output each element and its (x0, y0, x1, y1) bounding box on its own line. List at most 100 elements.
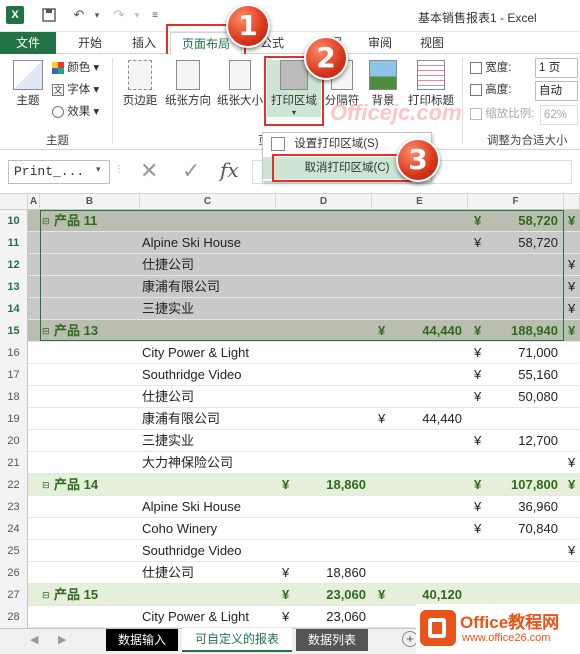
row-header[interactable]: 27 (0, 584, 28, 606)
table-row[interactable]: 18 仕捷公司 ¥50,080 (0, 386, 580, 408)
row-header[interactable]: 24 (0, 518, 28, 540)
collapse-toggle-icon[interactable]: ⊟ (42, 210, 50, 232)
row-header[interactable]: 23 (0, 496, 28, 518)
cell-b[interactable] (54, 606, 140, 628)
cancel-icon[interactable]: ✕ (140, 158, 158, 184)
cell-b[interactable] (54, 298, 140, 320)
name-box[interactable]: Print_... (8, 160, 110, 184)
redo-icon[interactable]: ↷ (110, 6, 128, 24)
row-header[interactable]: 14 (0, 298, 28, 320)
cell-b[interactable] (54, 452, 140, 474)
cell-e[interactable] (388, 276, 462, 298)
sheet-tab-data-list[interactable]: 数据列表 (296, 629, 368, 651)
select-all-corner[interactable] (0, 194, 28, 210)
tab-file[interactable]: 文件 (0, 32, 56, 54)
cell-e[interactable] (388, 232, 462, 254)
cell-c[interactable]: 三捷实业 (142, 430, 276, 452)
column-header-d[interactable]: D (276, 194, 372, 210)
cell-f[interactable]: 188,940 (484, 320, 558, 342)
row-header[interactable]: 10 (0, 210, 28, 232)
height-select[interactable]: 自动 (535, 81, 578, 101)
cell-d[interactable] (292, 276, 366, 298)
cell-e[interactable] (388, 210, 462, 232)
effects-button[interactable]: 效果 ▾ (52, 102, 99, 122)
cell-f[interactable] (484, 562, 558, 584)
cell-b[interactable] (54, 496, 140, 518)
column-header-e[interactable]: E (372, 194, 468, 210)
sheet-prev-icon[interactable]: ◀ (30, 633, 38, 646)
cell-c[interactable]: 三捷实业 (142, 298, 276, 320)
cell-f[interactable] (484, 540, 558, 562)
table-row[interactable]: 21 大力神保险公司 ¥ (0, 452, 580, 474)
cell-e[interactable] (388, 342, 462, 364)
scale-spinner[interactable]: 62% (540, 105, 578, 125)
redo-dropdown-icon[interactable]: ▾ (128, 6, 146, 24)
cell-g[interactable]: ¥ (568, 210, 575, 232)
cell-c[interactable] (142, 584, 276, 606)
cell-d[interactable] (292, 210, 366, 232)
cell-f[interactable]: 50,080 (484, 386, 558, 408)
table-row[interactable]: 20 三捷实业 ¥12,700 (0, 430, 580, 452)
cell-d[interactable] (292, 320, 366, 342)
column-header-a[interactable]: A (28, 194, 40, 210)
cell-d[interactable]: 23,060 (292, 584, 366, 606)
margins-button[interactable]: 页边距 (118, 60, 162, 108)
cell-e[interactable] (388, 386, 462, 408)
tab-insert[interactable]: 插入 (124, 32, 164, 54)
cell-c[interactable]: City Power & Light (142, 342, 276, 364)
cell-c[interactable]: 康浦有限公司 (142, 276, 276, 298)
table-row[interactable]: 16 City Power & Light ¥71,000 (0, 342, 580, 364)
table-row[interactable]: 27 ⊟ 产品 15 ¥23,060 ¥40,120 (0, 584, 580, 606)
row-header[interactable]: 20 (0, 430, 28, 452)
cell-b[interactable] (54, 364, 140, 386)
themes-button[interactable]: 主题 (8, 60, 48, 108)
sheet-tab-data-entry[interactable]: 数据输入 (106, 629, 178, 651)
cell-b[interactable] (54, 562, 140, 584)
cell-d[interactable] (292, 540, 366, 562)
cell-c[interactable]: 康浦有限公司 (142, 408, 276, 430)
cell-d[interactable] (292, 342, 366, 364)
cell-f[interactable] (484, 254, 558, 276)
cell-c[interactable] (142, 474, 276, 496)
cell-c[interactable]: 仕捷公司 (142, 562, 276, 584)
cell-f[interactable] (484, 408, 558, 430)
cell-e[interactable] (388, 474, 462, 496)
save-icon[interactable] (40, 6, 58, 24)
collapse-toggle-icon[interactable]: ⊟ (42, 474, 50, 496)
cell-e[interactable] (388, 254, 462, 276)
cell-d[interactable] (292, 496, 366, 518)
cell-g[interactable]: ¥ (568, 298, 575, 320)
table-row[interactable]: 24 Coho Winery ¥70,840 (0, 518, 580, 540)
cell-e[interactable] (388, 364, 462, 386)
undo-icon[interactable]: ↶ (70, 6, 88, 24)
table-row[interactable]: 12 仕捷公司 ¥ (0, 254, 580, 276)
cell-g[interactable]: ¥ (568, 474, 575, 496)
table-row[interactable]: 11 Alpine Ski House ¥58,720 (0, 232, 580, 254)
cell-b[interactable]: 产品 11 (54, 210, 140, 232)
cell-e[interactable] (388, 496, 462, 518)
table-row[interactable]: 26 仕捷公司 ¥18,860 (0, 562, 580, 584)
cell-e[interactable] (388, 452, 462, 474)
collapse-toggle-icon[interactable]: ⊟ (42, 584, 50, 606)
table-row[interactable]: 23 Alpine Ski House ¥36,960 (0, 496, 580, 518)
cell-d[interactable] (292, 298, 366, 320)
cell-g[interactable]: ¥ (568, 452, 575, 474)
cell-b[interactable] (54, 254, 140, 276)
colors-button[interactable]: 颜色 ▾ (52, 58, 99, 78)
cell-f[interactable] (484, 298, 558, 320)
cell-b[interactable] (54, 386, 140, 408)
table-row[interactable]: 13 康浦有限公司 ¥ (0, 276, 580, 298)
cell-c[interactable]: 仕捷公司 (142, 386, 276, 408)
cell-d[interactable] (292, 254, 366, 276)
row-header[interactable]: 13 (0, 276, 28, 298)
column-header-c[interactable]: C (140, 194, 276, 210)
cell-g[interactable]: ¥ (568, 254, 575, 276)
cell-d[interactable] (292, 232, 366, 254)
cell-d[interactable] (292, 408, 366, 430)
cell-e[interactable] (388, 430, 462, 452)
row-header[interactable]: 12 (0, 254, 28, 276)
table-row[interactable]: 19 康浦有限公司 ¥44,440 (0, 408, 580, 430)
cell-g[interactable]: ¥ (568, 540, 575, 562)
cell-d[interactable] (292, 430, 366, 452)
cell-c[interactable]: 仕捷公司 (142, 254, 276, 276)
